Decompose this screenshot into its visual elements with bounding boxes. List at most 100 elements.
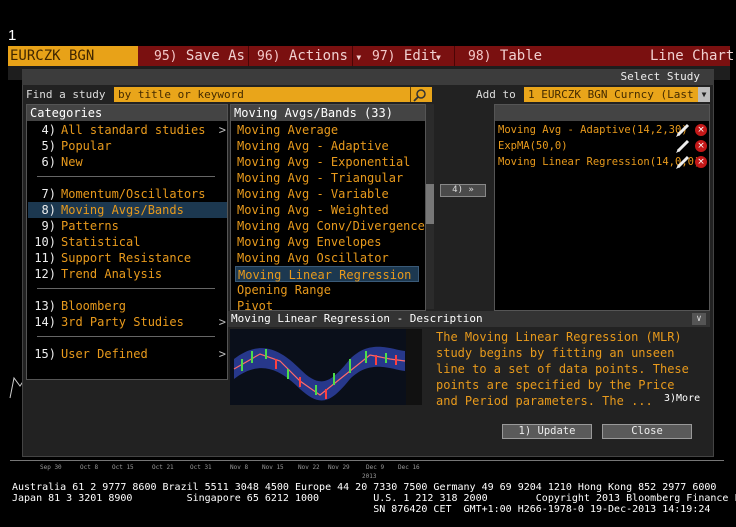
table-number: 98) [468,49,492,64]
category-number: 10) [34,235,56,249]
axis-tick-label: Nov 22 [298,464,320,471]
remove-study-icon[interactable]: × [695,124,707,136]
category-item[interactable]: 7) Momentum/Oscillators [30,186,220,202]
axis-tick-label: Sep 30 [40,464,62,471]
add-to-label: Add to [476,88,516,101]
category-item[interactable]: 12) Trend Analysis [30,266,220,282]
added-study-item[interactable]: ExpMA(50,0) [498,138,568,154]
actions-label: Actions [288,48,348,64]
edit-pencil-icon[interactable] [675,123,691,137]
category-number: 6) [41,155,56,169]
study-item[interactable]: Moving Average [237,122,423,138]
ticker-field[interactable]: EURCZK BGN Curncy [8,46,138,84]
table-button[interactable]: 98) Table [468,46,542,66]
category-item[interactable]: 10) Statistical [30,234,220,250]
edit-pencil-icon[interactable] [675,155,691,169]
added-studies-panel: Moving Avg - Adaptive(14,2,30) × ExpMA(50,… [494,104,710,311]
description-text: The Moving Linear Regression (MLR) study… [436,330,689,408]
category-label: Trend Analysis [61,267,163,281]
study-item[interactable]: Moving Avg - Exponential [237,154,423,170]
chevron-down-icon[interactable]: ▼ [698,87,710,102]
add-to-select[interactable]: 1 EURCZK BGN Curncy (Last Pric [524,87,698,102]
category-item[interactable]: 15) User Defined > [30,346,226,362]
category-number: 8) [41,203,56,217]
axis-tick-label: Oct 21 [152,464,174,471]
study-item[interactable]: Moving Avg - Variable [237,186,423,202]
toolbar-divider [248,46,249,66]
remove-study-icon[interactable]: × [695,156,707,168]
save-as-button[interactable]: 95) Save As [154,46,245,66]
edit-pencil-icon[interactable] [675,139,691,153]
axis-tick-label: Dec 9 [366,464,385,471]
dialog-title: Select Study [620,70,700,83]
scrollbar-thumb[interactable] [426,184,434,224]
category-divider [37,288,215,289]
footer-line: Japan 81 3 3201 8900 Singapore 65 6212 1… [12,493,736,504]
category-label: Statistical [61,235,141,249]
category-item[interactable]: 5) Popular [30,138,220,154]
footer-contacts: Australia 61 2 9777 8600 Brazil 5511 304… [12,482,736,515]
find-study-label: Find a study [26,88,106,101]
axis-tick-label: Nov 8 [230,464,249,471]
description-header: Moving Linear Regression - Description [228,311,710,327]
remove-study-icon[interactable]: × [695,140,707,152]
actions-button[interactable]: 96) Actions ▼ [257,46,361,66]
add-study-button[interactable]: 4) » [440,184,486,197]
category-divider [37,336,215,337]
category-number: 14) [34,315,56,329]
collapse-icon[interactable]: ∨ [692,313,706,325]
category-item[interactable]: 4) All standard studies > [30,122,226,138]
category-label: Bloomberg [61,299,127,313]
search-icon [413,89,426,102]
search-button[interactable] [410,87,432,102]
category-item[interactable]: 11) Support Resistance [30,250,220,266]
category-label: 3rd Party Studies [61,315,184,329]
category-label: Support Resistance [61,251,192,265]
studies-panel: Moving Avgs/Bands (33) Moving Average Mov… [230,104,426,313]
category-item[interactable]: 8) Moving Avgs/Bands [28,202,227,218]
category-number: 12) [34,267,56,281]
edit-number: 97) [372,49,396,64]
category-number: 13) [34,299,56,313]
added-study-item[interactable]: Moving Avg - Adaptive(14,2,30) [498,122,688,138]
save-as-number: 95) [154,49,178,64]
study-item[interactable]: Moving Avg - Adaptive [237,138,423,154]
chevron-right-icon: > [218,347,226,361]
update-button[interactable]: 1) Update [502,424,592,439]
edit-button[interactable]: 97) Edit [372,46,438,66]
toolbar-divider [454,46,455,66]
category-item[interactable]: 6) New [30,154,220,170]
page-number: 1 [8,27,17,44]
category-number: 7) [41,187,56,201]
category-label: User Defined [61,347,148,361]
axis-tick-label: Oct 15 [112,464,134,471]
axis-tick-label: Dec 16 [398,464,420,471]
category-item[interactable]: 14) 3rd Party Studies > [30,314,226,330]
more-link[interactable]: 3)More [664,393,700,404]
axis-tick-label: Oct 8 [80,464,99,471]
edit-dropdown-icon[interactable]: ▼ [436,46,441,66]
study-item[interactable]: Opening Range [237,282,423,298]
study-item[interactable]: Moving Linear Regression [235,266,419,282]
chart-axis-line [10,460,724,461]
study-item[interactable]: Moving Avg - Triangular [237,170,423,186]
category-label: Patterns [61,219,119,233]
study-item[interactable]: Moving Avg Oscillator [237,250,423,266]
study-item[interactable]: Moving Avg - Weighted [237,202,423,218]
actions-number: 96) [257,49,281,64]
table-label: Table [499,48,543,64]
axis-year: 2013 [362,473,377,480]
category-item[interactable]: 13) Bloomberg [30,298,220,314]
close-button[interactable]: Close [602,424,692,439]
studies-header: Moving Avgs/Bands (33) [231,105,425,121]
study-item[interactable]: Moving Avg Conv/Divergence [237,218,425,234]
category-item[interactable]: 9) Patterns [30,218,220,234]
find-study-input[interactable]: by title or keyword [114,87,410,102]
study-item[interactable]: Moving Avg Envelopes [237,234,423,250]
axis-tick-label: Oct 31 [190,464,212,471]
category-label: New [61,155,83,169]
category-number: 4) [41,123,56,137]
dialog-titlebar[interactable]: Select Study [22,69,714,85]
chevron-down-icon: ▼ [356,53,362,62]
added-study-item[interactable]: Moving Linear Regression(14,0,0) [498,154,700,170]
